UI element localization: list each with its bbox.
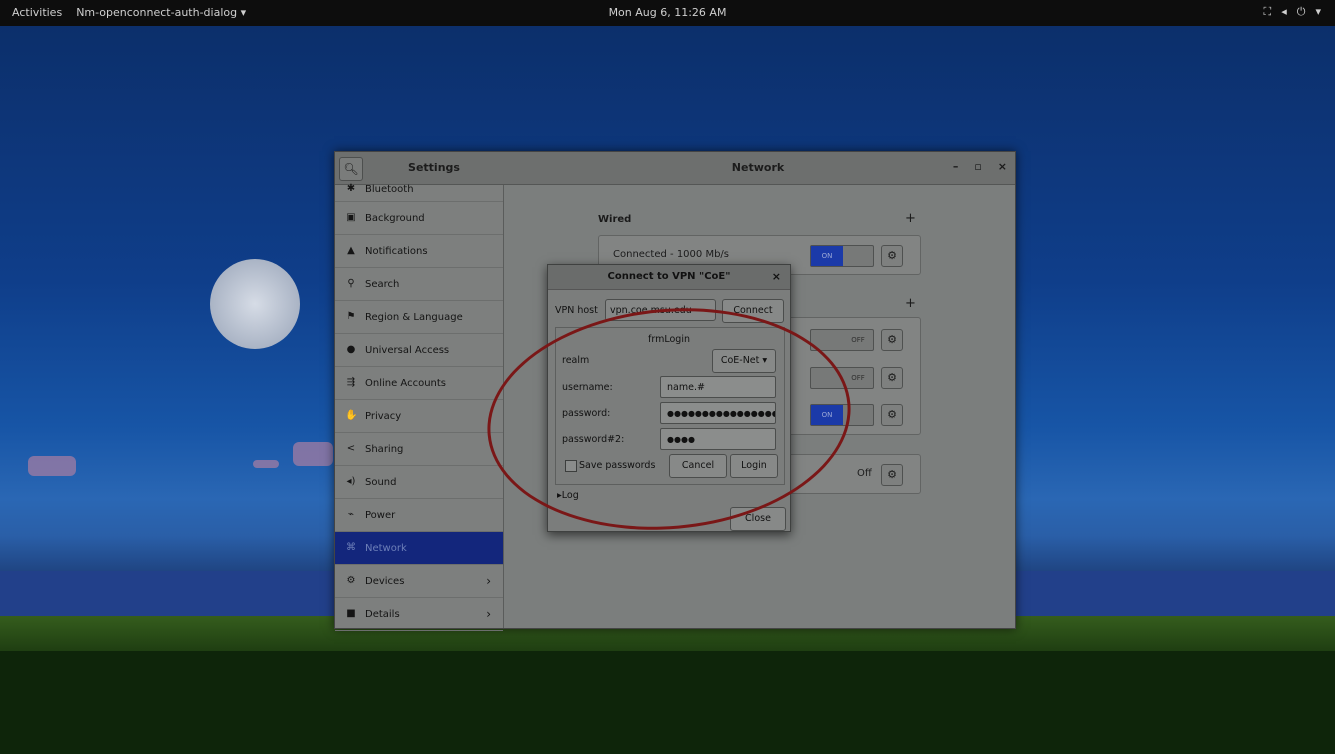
settings-title: Settings — [408, 161, 460, 174]
clock[interactable]: Mon Aug 6, 11:26 AM — [609, 6, 727, 19]
password-label: password: — [562, 408, 611, 419]
login-button[interactable]: Login — [730, 454, 778, 478]
sidebar-item-privacy[interactable]: ✋ Privacy — [335, 400, 503, 433]
sidebar-item-details[interactable]: ■ Details › — [335, 598, 503, 631]
gear-icon: ⚙ — [887, 408, 897, 421]
sidebar-item-notifications[interactable]: ▲ Notifications — [335, 235, 503, 268]
online-accounts-icon: ⇶ — [346, 377, 356, 388]
realm-select[interactable]: CoE-Net ▾ — [712, 349, 776, 373]
wired-settings-button[interactable]: ⚙ — [881, 245, 903, 267]
username-label: username: — [562, 382, 613, 393]
network-icon: ⌘ — [346, 542, 356, 553]
privacy-icon: ✋ — [345, 410, 358, 421]
chevron-right-icon: › — [486, 607, 491, 621]
vpn-settings-button-2[interactable]: ⚙ — [881, 367, 903, 389]
realm-label: realm — [562, 355, 590, 366]
wallpaper-cloud — [28, 456, 76, 476]
power-icon: ⌁ — [347, 509, 355, 520]
top-bar: Activities Nm-openconnect-auth-dialog ▾ … — [0, 0, 1335, 26]
username-input[interactable]: name.# — [660, 376, 776, 398]
vpn-dialog-header: Connect to VPN "CoE" × — [548, 265, 790, 290]
sidebar-item-online-accounts[interactable]: ⇶ Online Accounts — [335, 367, 503, 400]
wallpaper-cloud — [293, 442, 333, 466]
connect-button[interactable]: Connect — [722, 299, 784, 323]
vpn-host-label: VPN host — [555, 305, 598, 316]
chevron-right-icon: › — [486, 574, 491, 588]
vpn-dialog-title: Connect to VPN "CoE" — [607, 271, 731, 282]
add-vpn-button[interactable]: + — [905, 296, 916, 311]
sidebar-item-sharing[interactable]: < Sharing — [335, 433, 503, 466]
wired-toggle[interactable]: ON — [810, 245, 874, 267]
save-passwords-label: Save passwords — [579, 460, 656, 471]
wallpaper-sun — [210, 259, 300, 349]
volume-icon[interactable]: ◂ — [1281, 5, 1287, 19]
background-icon: ▣ — [346, 212, 356, 223]
search-icon: 🔍︎ — [343, 162, 359, 176]
close-icon[interactable]: × — [772, 270, 781, 283]
wired-section-label: Wired — [598, 214, 632, 225]
save-passwords-checkbox[interactable] — [565, 460, 577, 472]
sound-icon: ◂) — [346, 476, 356, 487]
vpn-settings-button-1[interactable]: ⚙ — [881, 329, 903, 351]
minimize-button[interactable]: – — [953, 160, 959, 173]
sidebar-item-background[interactable]: ▣ Background — [335, 202, 503, 235]
add-wired-button[interactable]: + — [905, 211, 916, 226]
proxy-settings-button[interactable]: ⚙ — [881, 464, 903, 486]
network-icon[interactable]: ⛶ — [1264, 5, 1272, 19]
vpn-settings-button-3[interactable]: ⚙ — [881, 404, 903, 426]
vpn-toggle-1[interactable]: OFF — [810, 329, 874, 351]
devices-icon: ⚙ — [346, 575, 356, 586]
sidebar-item-power[interactable]: ⌁ Power — [335, 499, 503, 532]
sidebar-item-devices[interactable]: ⚙ Devices › — [335, 565, 503, 598]
universal-access-icon: ● — [346, 344, 356, 355]
dialog-close-button[interactable]: Close — [730, 507, 786, 531]
form-title: frmLogin — [648, 334, 690, 345]
sidebar-item-region[interactable]: ⚑ Region & Language — [335, 301, 503, 334]
gear-icon: ⚙ — [887, 333, 897, 346]
maximize-button[interactable]: ▫ — [974, 160, 981, 173]
power-icon[interactable]: ⏻ — [1297, 5, 1306, 19]
search-icon: ⚲ — [347, 278, 355, 289]
details-icon: ■ — [346, 608, 356, 619]
panel-title: Network — [731, 161, 785, 174]
bluetooth-icon: ✱ — [346, 183, 356, 194]
chevron-down-icon[interactable]: ▾ — [1315, 5, 1321, 19]
sidebar-item-bluetooth[interactable]: ✱ Bluetooth — [335, 177, 503, 202]
sidebar-item-universal-access[interactable]: ● Universal Access — [335, 334, 503, 367]
vpn-toggle-2[interactable]: OFF — [810, 367, 874, 389]
password-input[interactable]: ●●●●●●●●●●●●●●●● — [660, 402, 776, 424]
log-expander[interactable]: ▸Log — [557, 490, 579, 501]
vpn-auth-dialog: Connect to VPN "CoE" × VPN host vpn.coe.… — [547, 264, 791, 532]
wallpaper-cloud — [253, 460, 279, 468]
password2-input[interactable]: ●●●● — [660, 428, 776, 450]
gear-icon: ⚙ — [887, 249, 897, 262]
notifications-icon: ▲ — [347, 245, 355, 256]
sidebar-item-sound[interactable]: ◂) Sound — [335, 466, 503, 499]
gear-icon: ⚙ — [887, 468, 897, 481]
settings-sidebar: ✱ Bluetooth ▣ Background ▲ Notifications ⚲ S… — [335, 183, 504, 631]
wired-status: Connected - 1000 Mb/s — [613, 249, 729, 260]
sidebar-item-search[interactable]: ⚲ Search — [335, 268, 503, 301]
vpn-toggle-3[interactable]: ON — [810, 404, 874, 426]
gear-icon: ⚙ — [887, 371, 897, 384]
proxy-state: Off — [857, 468, 872, 479]
password2-label: password#2: — [562, 434, 625, 445]
region-icon: ⚑ — [346, 311, 356, 322]
close-button[interactable]: × — [998, 160, 1007, 173]
sidebar-item-network[interactable]: ⌘ Network — [335, 532, 503, 565]
wallpaper-ground — [0, 651, 1335, 754]
cancel-button[interactable]: Cancel — [669, 454, 727, 478]
sharing-icon: < — [346, 443, 356, 454]
vpn-host-select[interactable]: vpn.coe.msu.edu — [605, 299, 716, 321]
